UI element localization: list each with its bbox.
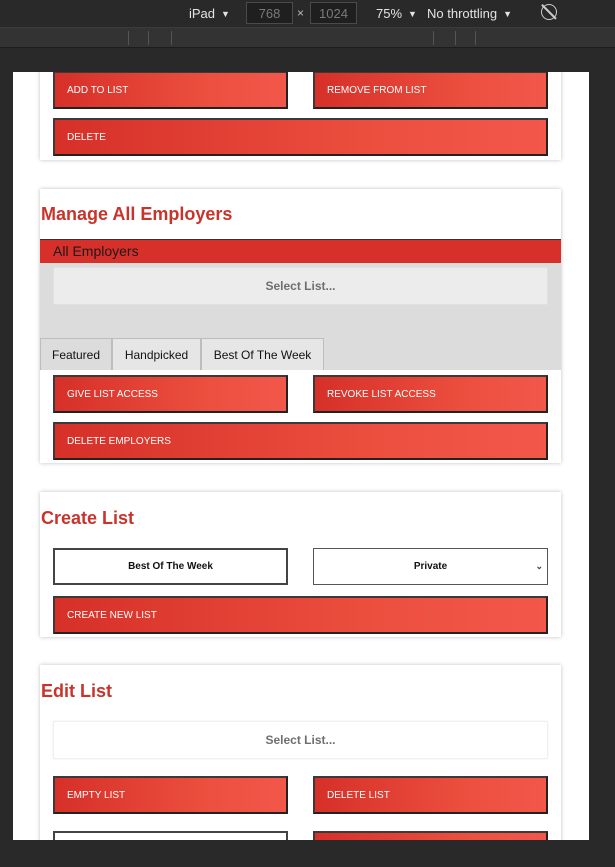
- remove-from-list-button[interactable]: REMOVE FROM LIST: [313, 72, 548, 109]
- section-title: Edit List: [41, 681, 112, 701]
- ruler-tick: [455, 31, 456, 45]
- height-input[interactable]: 1024: [310, 2, 357, 24]
- ruler-tick: [433, 31, 434, 45]
- list-actions-card: ADD TO LIST REMOVE FROM LIST DELETE: [40, 72, 561, 160]
- add-to-list-button[interactable]: ADD TO LIST: [53, 72, 288, 109]
- ruler-tick: [171, 31, 172, 45]
- create-new-list-button[interactable]: CREATE NEW LIST: [53, 596, 548, 634]
- page-viewport: ADD TO LIST REMOVE FROM LIST DELETE Mana…: [13, 72, 589, 840]
- dimension-separator: ×: [297, 6, 305, 20]
- manage-all-employers-card: Manage All Employers All Employers Selec…: [40, 189, 561, 463]
- select-list-dropdown[interactable]: Select List...: [53, 267, 548, 305]
- caret-down-icon: ▼: [408, 8, 417, 19]
- zoom-select[interactable]: 75% ▼: [376, 6, 417, 21]
- ruler-tick: [475, 31, 476, 45]
- privacy-select[interactable]: Private ⌄: [313, 548, 548, 585]
- chevron-down-icon: ⌄: [535, 561, 543, 571]
- tab-featured[interactable]: Featured: [40, 338, 112, 370]
- all-employers-bar: All Employers: [40, 239, 561, 263]
- edit-list-action-button[interactable]: [313, 831, 548, 840]
- section-title: Manage All Employers: [41, 204, 233, 224]
- delete-list-button[interactable]: DELETE LIST: [313, 776, 548, 814]
- select-list-dropdown[interactable]: Select List...: [53, 721, 548, 759]
- zoom-label: 75%: [376, 6, 403, 21]
- caret-down-icon: ▼: [503, 8, 513, 19]
- list-panel: Select List... Featured Handpicked Best …: [40, 263, 561, 370]
- device-label: iPad: [189, 6, 216, 21]
- device-select[interactable]: iPad ▼: [189, 6, 230, 21]
- ruler-tick: [148, 31, 149, 45]
- delete-employers-button[interactable]: DELETE EMPLOYERS: [53, 422, 548, 460]
- section-title: Create List: [41, 508, 135, 528]
- create-list-card: Create List Best Of The Week Private ⌄ C…: [40, 492, 561, 637]
- revoke-list-access-button[interactable]: REVOKE LIST ACCESS: [313, 375, 548, 413]
- list-name-input[interactable]: Best Of The Week: [53, 548, 288, 585]
- tab-handpicked[interactable]: Handpicked: [112, 338, 201, 370]
- ruler-tick: [128, 31, 129, 45]
- delete-button[interactable]: DELETE: [53, 118, 548, 156]
- privacy-value: Private: [413, 561, 448, 572]
- media-query-ruler: [0, 27, 615, 48]
- all-employers-label: All Employers: [53, 243, 139, 259]
- empty-list-button[interactable]: EMPTY LIST: [53, 776, 288, 814]
- throttling-label: No throttling: [427, 6, 498, 21]
- devtools-toolbar: iPad ▼ 768 × 1024 75% ▼ No throttling ▼: [0, 0, 615, 27]
- edit-list-card: Edit List Select List... EMPTY LIST DELE…: [40, 665, 561, 840]
- rotate-icon[interactable]: [541, 4, 557, 20]
- caret-down-icon: ▼: [221, 8, 230, 19]
- width-input[interactable]: 768: [246, 2, 293, 24]
- throttling-select[interactable]: No throttling ▼: [427, 6, 512, 21]
- list-tabs: Featured Handpicked Best Of The Week: [40, 338, 561, 370]
- tab-best-of-the-week[interactable]: Best Of The Week: [201, 338, 324, 370]
- give-list-access-button[interactable]: GIVE LIST ACCESS: [53, 375, 288, 413]
- rename-list-input[interactable]: [53, 831, 288, 840]
